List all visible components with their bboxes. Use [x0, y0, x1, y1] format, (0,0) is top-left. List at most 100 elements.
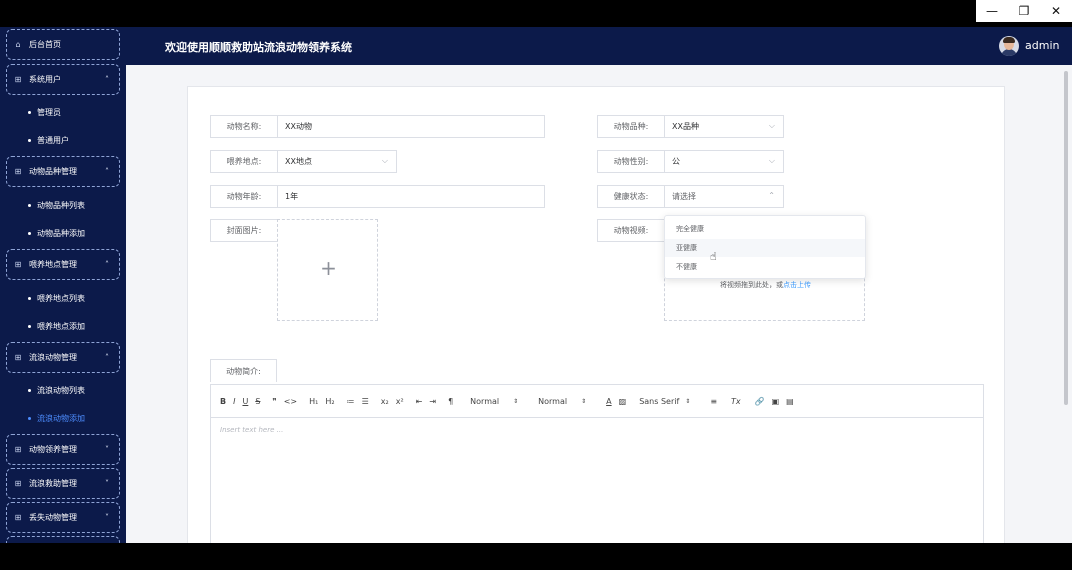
grid-icon: ⊞: [14, 353, 22, 362]
strike-button[interactable]: S: [255, 397, 260, 406]
menu-label: 丢失动物管理: [29, 513, 77, 522]
grid-icon: ⊞: [14, 513, 22, 522]
cover-image-upload[interactable]: +: [277, 219, 378, 321]
sidebar-item-place-list[interactable]: 喂养地点列表: [28, 293, 85, 304]
bullet-icon: [28, 232, 31, 235]
chevron-down-icon: ⌵: [768, 156, 775, 165]
menu-label: 动物领养管理: [29, 445, 77, 454]
bullet-icon: [28, 389, 31, 392]
bullet-list-icon[interactable]: ☰: [362, 397, 369, 406]
menu-breed[interactable]: ⊞ 动物品种管理 ˄: [6, 156, 120, 187]
superscript-button[interactable]: x²: [396, 397, 404, 406]
code-block-button[interactable]: <>: [284, 397, 297, 406]
menu-rescue[interactable]: ⊞ 流浪救助管理 ˅: [6, 468, 120, 499]
chevron-up-icon: ˄: [105, 75, 109, 84]
animal-age-input[interactable]: 1年: [277, 185, 545, 208]
sub-label: 动物品种添加: [37, 229, 85, 238]
bullet-icon: [28, 204, 31, 207]
avatar[interactable]: [999, 36, 1019, 56]
vertical-scrollbar[interactable]: [1064, 71, 1068, 405]
underline-button[interactable]: U: [242, 397, 248, 406]
font-select[interactable]: Sans Serif ⇕: [639, 397, 690, 406]
option-fully-healthy[interactable]: 完全健康: [665, 220, 865, 238]
avatar-hair: [1003, 37, 1015, 43]
grid-icon: ⊞: [14, 167, 22, 176]
menu-more[interactable]: [6, 536, 120, 543]
select-value: XX地点: [285, 157, 312, 166]
close-icon[interactable]: ✕: [1040, 0, 1072, 22]
sub-label: 管理员: [37, 108, 61, 117]
option-unhealthy[interactable]: 不健康: [665, 258, 865, 276]
blockquote-button[interactable]: ❞: [272, 397, 276, 406]
form-card: 动物名称: XX动物 动物品种: XX品种 ⌵ 喂养地点: XX地点 ⌵ 动物性…: [187, 86, 1005, 543]
italic-button[interactable]: I: [233, 397, 235, 406]
minimize-icon[interactable]: —: [976, 0, 1008, 22]
menu-system-users[interactable]: ⊞ 系统用户 ˄: [6, 64, 120, 95]
text-direction-icon[interactable]: ¶: [448, 397, 453, 406]
option-sub-healthy[interactable]: 亚健康: [665, 239, 865, 257]
avatar-body: [1001, 49, 1017, 56]
menu-label: 后台首页: [29, 40, 61, 49]
outdent-icon[interactable]: ⇤: [416, 397, 423, 406]
label-feeding-place: 喂养地点:: [210, 150, 277, 173]
editor-placeholder[interactable]: Insert text here ...: [220, 426, 283, 434]
updown-icon: ⇕: [581, 397, 587, 405]
upload-link[interactable]: 点击上传: [783, 281, 811, 289]
sidebar-item-stray-add[interactable]: 流浪动物添加: [28, 413, 85, 424]
sidebar-item-breed-add[interactable]: 动物品种添加: [28, 228, 85, 239]
link-icon[interactable]: 🔗: [755, 397, 765, 406]
menu-feeding-place[interactable]: ⊞ 喂养地点管理 ˄: [6, 249, 120, 280]
sidebar-item-normal-users[interactable]: 普通用户: [28, 135, 69, 146]
indent-icon[interactable]: ⇥: [429, 397, 436, 406]
menu-lost-animals[interactable]: ⊞ 丢失动物管理 ˅: [6, 502, 120, 533]
bold-button[interactable]: B: [220, 397, 226, 406]
animal-name-input[interactable]: XX动物: [277, 115, 545, 138]
sidebar-item-admin[interactable]: 管理员: [28, 107, 61, 118]
bullet-icon: [28, 325, 31, 328]
sidebar-item-place-add[interactable]: 喂养地点添加: [28, 321, 85, 332]
restore-icon[interactable]: ❐: [1008, 0, 1040, 22]
select-label: Sans Serif: [639, 396, 680, 406]
updown-icon: ⇕: [685, 397, 691, 405]
menu-label: 喂养地点管理: [29, 260, 77, 269]
align-icon[interactable]: ≡: [710, 397, 717, 406]
sidebar-item-breed-list[interactable]: 动物品种列表: [28, 200, 85, 211]
animal-gender-select[interactable]: 公 ⌵: [664, 150, 784, 173]
grid-icon: ⊞: [14, 445, 22, 454]
chevron-down-icon: ˅: [105, 479, 109, 488]
label-animal-name: 动物名称:: [210, 115, 277, 138]
animal-breed-select[interactable]: XX品种 ⌵: [664, 115, 784, 138]
window-topbar: — ❐ ✕: [0, 0, 1072, 27]
size-select[interactable]: Normal ⇕: [538, 397, 586, 406]
h1-button[interactable]: H₁: [309, 397, 318, 406]
background-color-icon[interactable]: ▨: [619, 397, 627, 406]
username[interactable]: admin: [1025, 39, 1059, 52]
video-icon[interactable]: ▤: [786, 397, 794, 406]
header-select[interactable]: Normal ⇕: [470, 397, 518, 406]
menu-home[interactable]: ⌂ 后台首页: [6, 29, 120, 60]
home-icon: ⌂: [15, 40, 21, 49]
bottom-bar: [0, 543, 1072, 570]
label-animal-gender: 动物性别:: [597, 150, 664, 173]
bullet-icon: [28, 111, 31, 114]
subscript-button[interactable]: x₂: [381, 397, 389, 406]
image-icon[interactable]: ▣: [772, 397, 780, 406]
h2-button[interactable]: H₂: [325, 397, 334, 406]
health-status-dropdown: 完全健康 亚健康 不健康: [664, 215, 866, 279]
menu-stray-animals[interactable]: ⊞ 流浪动物管理 ˄: [6, 342, 120, 373]
menu-label: 动物品种管理: [29, 167, 77, 176]
select-placeholder: 请选择: [672, 192, 696, 201]
clean-format-icon[interactable]: Tx: [731, 397, 741, 406]
chevron-down-icon: ˅: [105, 513, 109, 522]
sub-label: 流浪动物添加: [37, 414, 85, 423]
grid-icon: ⊞: [14, 260, 22, 269]
feeding-place-select[interactable]: XX地点 ⌵: [277, 150, 397, 173]
sidebar-item-stray-list[interactable]: 流浪动物列表: [28, 385, 85, 396]
select-label: Normal: [470, 396, 500, 406]
font-color-icon[interactable]: A: [606, 397, 611, 406]
ordered-list-icon[interactable]: ≔: [347, 397, 355, 406]
health-status-select[interactable]: 请选择 ⌃: [664, 185, 784, 208]
menu-adoption[interactable]: ⊞ 动物领养管理 ˅: [6, 434, 120, 465]
bullet-icon: [28, 417, 31, 420]
label-animal-video: 动物视频:: [597, 219, 664, 242]
